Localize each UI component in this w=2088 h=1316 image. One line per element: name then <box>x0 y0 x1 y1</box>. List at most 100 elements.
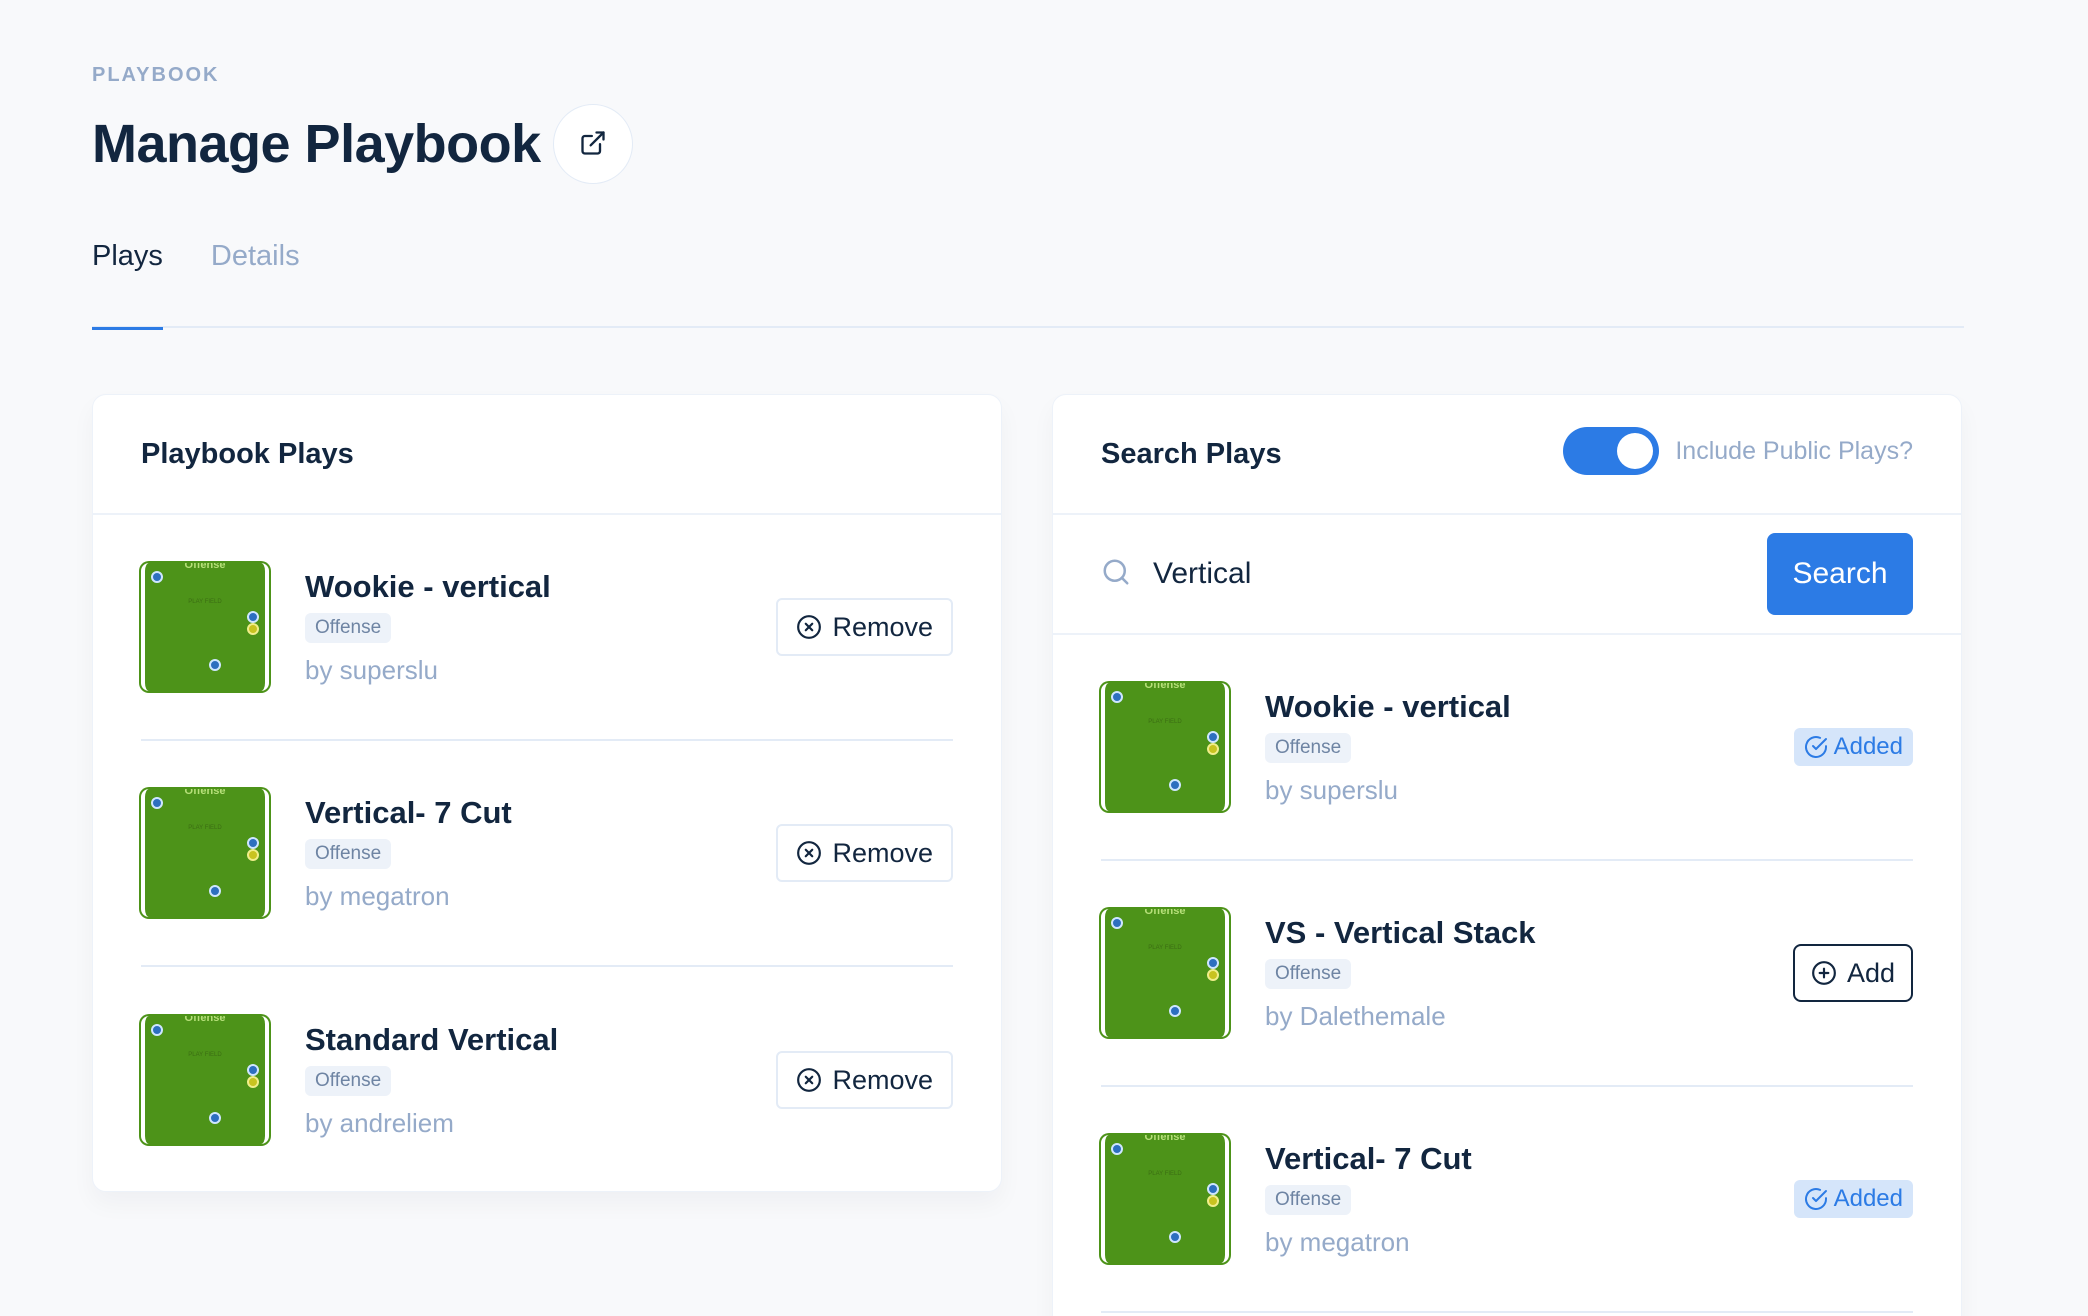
play-thumbnail[interactable]: Offense PLAY FIELD <box>1101 909 1229 1037</box>
list-item: Offense PLAY FIELD Wookie - vertical Off… <box>1101 635 1913 861</box>
play-title[interactable]: Wookie - vertical <box>1265 689 1794 725</box>
play-thumbnail[interactable]: Offense PLAY FIELD <box>1101 1135 1229 1263</box>
player-dot <box>1111 1143 1123 1155</box>
player-dot <box>151 797 163 809</box>
thumbnail-field-label: PLAY FIELD <box>188 599 222 605</box>
added-label: Added <box>1833 733 1903 760</box>
play-tag: Offense <box>305 838 392 869</box>
play-thumbnail[interactable]: Offense PLAY FIELD <box>141 1016 269 1144</box>
thumbnail-header: Offense <box>184 1016 226 1024</box>
player-dot <box>247 1064 259 1076</box>
play-tag: Offense <box>1265 958 1352 989</box>
add-label: Add <box>1846 957 1895 988</box>
thumbnail-field-label: PLAY FIELD <box>188 825 222 831</box>
play-tag: Offense <box>1265 732 1352 763</box>
added-badge: Added <box>1793 728 1913 766</box>
play-author: by andreliem <box>305 1107 454 1138</box>
play-info: Wookie - vertical Offense by superslu <box>1265 689 1794 806</box>
page-eyebrow: PLAYBOOK <box>92 64 220 86</box>
remove-button[interactable]: Remove <box>776 598 953 656</box>
search-input[interactable] <box>1153 557 1767 591</box>
play-info: VS - Vertical Stack Offense by Dalethema… <box>1265 915 1793 1032</box>
external-link-icon <box>579 129 607 160</box>
search-plays-card: Search Plays Include Public Plays? Searc… <box>1052 394 1962 1316</box>
player-dot <box>1207 957 1219 969</box>
player-dot <box>1207 1183 1219 1195</box>
thumbnail-header: Offense <box>1144 683 1186 691</box>
open-external-button[interactable] <box>552 104 633 184</box>
playbook-plays-card: Playbook Plays Offense PLAY FIELD Wookie… <box>92 394 1002 1192</box>
added-badge: Added <box>1793 1180 1913 1218</box>
thumbnail-field-label: PLAY FIELD <box>188 1052 222 1058</box>
player-dot <box>151 571 163 583</box>
playbook-plays-header: Playbook Plays <box>93 395 1001 515</box>
toggle-knob <box>1617 433 1654 469</box>
player-dot <box>209 1112 221 1124</box>
play-title[interactable]: Vertical- 7 Cut <box>1265 1141 1794 1177</box>
remove-label: Remove <box>832 837 933 868</box>
player-dot <box>1169 1231 1181 1243</box>
play-thumbnail[interactable]: Offense PLAY FIELD <box>141 789 269 917</box>
disc-dot <box>1207 1195 1219 1207</box>
play-author: by megatron <box>1265 1226 1410 1257</box>
plus-circle-icon <box>1811 960 1837 986</box>
page-title: Manage Playbook <box>92 114 541 174</box>
tab-plays[interactable]: Plays <box>92 232 163 330</box>
add-button[interactable]: Add <box>1792 944 1913 1002</box>
remove-label: Remove <box>832 1064 933 1095</box>
list-item: Offense PLAY FIELD Vertical- 7 Cut Offen… <box>1101 1087 1913 1313</box>
x-circle-icon <box>796 1067 822 1093</box>
play-tag: Offense <box>305 612 392 643</box>
play-author: by Dalethemale <box>1265 1000 1446 1031</box>
player-dot <box>1169 779 1181 791</box>
thumbnail-field-label: PLAY FIELD <box>1148 719 1182 725</box>
thumbnail-field-label: PLAY FIELD <box>1148 945 1182 951</box>
disc-dot <box>247 623 259 635</box>
search-plays-header: Search Plays Include Public Plays? <box>1053 395 1961 515</box>
tab-details[interactable]: Details <box>211 232 300 328</box>
play-thumbnail[interactable]: Offense PLAY FIELD <box>141 563 269 691</box>
remove-button[interactable]: Remove <box>776 1051 953 1109</box>
player-dot <box>209 659 221 671</box>
public-plays-toggle-label: Include Public Plays? <box>1675 436 1913 465</box>
play-thumbnail[interactable]: Offense PLAY FIELD <box>1101 683 1229 811</box>
playbook-plays-list: Offense PLAY FIELD Wookie - vertical Off… <box>93 515 1001 1193</box>
x-circle-icon <box>796 840 822 866</box>
player-dot <box>1207 731 1219 743</box>
x-circle-icon <box>796 614 822 640</box>
play-author: by megatron <box>305 880 450 911</box>
remove-label: Remove <box>832 611 933 642</box>
tabs: Plays Details <box>92 232 1964 330</box>
play-tag: Offense <box>1265 1184 1352 1215</box>
play-title[interactable]: Vertical- 7 Cut <box>305 795 776 831</box>
disc-dot <box>247 849 259 861</box>
thumbnail-field-label: PLAY FIELD <box>1148 1171 1182 1177</box>
play-info: Standard Vertical Offense by andreliem <box>305 1022 776 1139</box>
player-dot <box>209 885 221 897</box>
remove-button[interactable]: Remove <box>776 824 953 882</box>
player-dot <box>1111 917 1123 929</box>
play-info: Vertical- 7 Cut Offense by megatron <box>305 795 776 912</box>
play-author: by superslu <box>1265 774 1398 805</box>
thumbnail-header: Offense <box>1144 1135 1186 1143</box>
search-icon <box>1101 557 1131 592</box>
thumbnail-header: Offense <box>1144 909 1186 917</box>
search-results-list: Offense PLAY FIELD Wookie - vertical Off… <box>1053 635 1961 1313</box>
thumbnail-header: Offense <box>184 563 226 571</box>
list-item: Offense PLAY FIELD Wookie - vertical Off… <box>141 515 953 741</box>
check-circle-icon <box>1804 735 1828 759</box>
list-item: Offense PLAY FIELD Vertical- 7 Cut Offen… <box>141 741 953 967</box>
play-info: Wookie - vertical Offense by superslu <box>305 569 776 686</box>
player-dot <box>247 837 259 849</box>
play-title[interactable]: Wookie - vertical <box>305 569 776 605</box>
list-item: Offense PLAY FIELD Standard Vertical Off… <box>141 967 953 1193</box>
play-title[interactable]: Standard Vertical <box>305 1022 776 1058</box>
disc-dot <box>1207 969 1219 981</box>
search-button[interactable]: Search <box>1767 533 1913 615</box>
play-title[interactable]: VS - Vertical Stack <box>1265 915 1793 951</box>
public-plays-toggle[interactable] <box>1563 427 1660 475</box>
disc-dot <box>247 1076 259 1088</box>
play-author: by superslu <box>305 654 438 685</box>
search-plays-title: Search Plays <box>1101 437 1282 470</box>
play-tag: Offense <box>305 1065 392 1096</box>
